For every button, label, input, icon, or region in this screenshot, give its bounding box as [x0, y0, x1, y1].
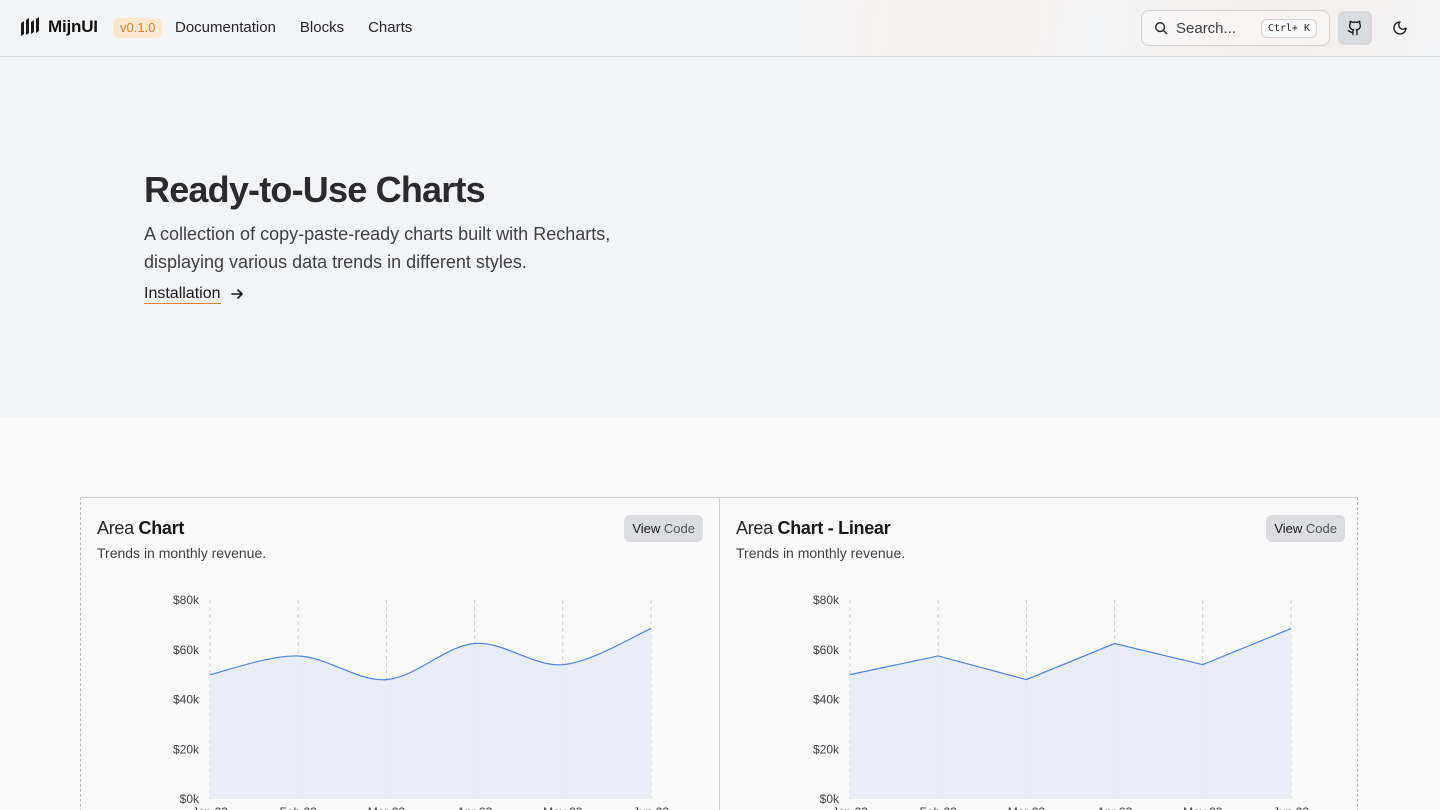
- search-icon: [1155, 22, 1168, 35]
- x-tick-label: Apr 23: [1097, 805, 1133, 810]
- area-chart-linear: $0k $20k $40k $60k $80k Jan 23 Feb 23 Mar 23 Apr…: [813, 593, 1309, 810]
- x-tick-label: Apr 23: [457, 805, 493, 810]
- x-tick-label: Jun 23: [1273, 805, 1309, 810]
- page-description: A collection of copy-paste-ready charts …: [144, 224, 611, 272]
- view-code-label-2: Code: [1305, 521, 1337, 536]
- x-tick-label: Feb 23: [280, 805, 318, 810]
- area-fill: [850, 628, 1291, 799]
- card-title-rest: Chart: [138, 518, 185, 538]
- x-tick-label: Jan 23: [832, 805, 868, 810]
- nav-charts[interactable]: Charts: [368, 19, 412, 36]
- y-tick-label: $80k: [813, 593, 840, 607]
- page-title: Ready-to-Use Charts: [144, 169, 486, 210]
- chart-card-area-linear: Area Chart - Linear Trends in monthly re…: [720, 498, 1359, 810]
- arrow-right-icon: [230, 289, 243, 299]
- x-tick-label: May 23: [1183, 805, 1223, 810]
- y-tick-label: $20k: [173, 742, 200, 756]
- theme-toggle-button[interactable]: [1383, 11, 1417, 45]
- github-button[interactable]: [1338, 11, 1372, 45]
- y-tick-label: $20k: [813, 742, 840, 756]
- search-button[interactable]: Search... Ctrl+ K: [1141, 10, 1330, 46]
- card-title: Area Chart: [97, 518, 184, 539]
- nav-documentation[interactable]: Documentation: [175, 19, 276, 36]
- y-tick-label: $0k: [180, 792, 200, 806]
- nav-blocks[interactable]: Blocks: [300, 19, 344, 36]
- brand-name: MijnUI: [48, 17, 98, 36]
- chart-card-area: Area Chart Trends in monthly revenue. Vi…: [81, 498, 720, 810]
- y-tick-label: $40k: [813, 693, 840, 707]
- card-description: Trends in monthly revenue.: [97, 545, 267, 561]
- view-code-label-1: View: [1274, 521, 1303, 536]
- moon-icon: [1393, 21, 1407, 35]
- hero-section: Ready-to-Use Charts A collection of copy…: [0, 57, 1440, 417]
- logo-icon: [21, 17, 39, 36]
- y-tick-label: $60k: [813, 643, 840, 657]
- area-fill: [210, 628, 651, 799]
- area-chart: $0k $20k $40k $60k $80k Jan 23 Feb 23 Mar 23 Apr…: [173, 593, 669, 810]
- y-tick-label: $40k: [173, 693, 200, 707]
- x-tick-label: Jun 23: [633, 805, 669, 810]
- y-tick-label: $80k: [173, 593, 200, 607]
- view-code-label-1: View: [632, 521, 661, 536]
- x-tick-label: Feb 23: [920, 805, 958, 810]
- x-tick-label: May 23: [543, 805, 583, 810]
- installation-link[interactable]: Installation: [144, 284, 245, 304]
- installation-link-label: Installation: [144, 285, 221, 304]
- main-nav: Documentation Blocks Charts: [175, 19, 412, 36]
- y-tick-label: $60k: [173, 643, 200, 657]
- view-code-button[interactable]: View Code: [624, 515, 703, 542]
- card-description: Trends in monthly revenue.: [736, 545, 906, 561]
- x-tick-label: Jan 23: [192, 805, 228, 810]
- search-placeholder: Search...: [1176, 19, 1237, 37]
- card-title-rest: Chart - Linear: [777, 518, 891, 538]
- search-shortcut: Ctrl+ K: [1260, 19, 1317, 38]
- card-title-word: Area: [736, 518, 773, 538]
- brand-logo[interactable]: MijnUI: [20, 16, 98, 38]
- x-tick-label: Mar 23: [1008, 805, 1046, 810]
- github-icon: [1347, 20, 1362, 36]
- card-title: Area Chart - Linear: [736, 518, 891, 539]
- x-tick-label: Mar 23: [368, 805, 406, 810]
- view-code-button[interactable]: View Code: [1266, 515, 1345, 542]
- top-navbar: MijnUI v0.1.0 Documentation Blocks Chart…: [0, 0, 1440, 57]
- card-title-word: Area: [97, 518, 134, 538]
- view-code-label-2: Code: [663, 521, 695, 536]
- version-badge: v0.1.0: [113, 18, 163, 38]
- charts-grid: Area Chart Trends in monthly revenue. Vi…: [80, 497, 1358, 810]
- y-tick-label: $0k: [820, 792, 840, 806]
